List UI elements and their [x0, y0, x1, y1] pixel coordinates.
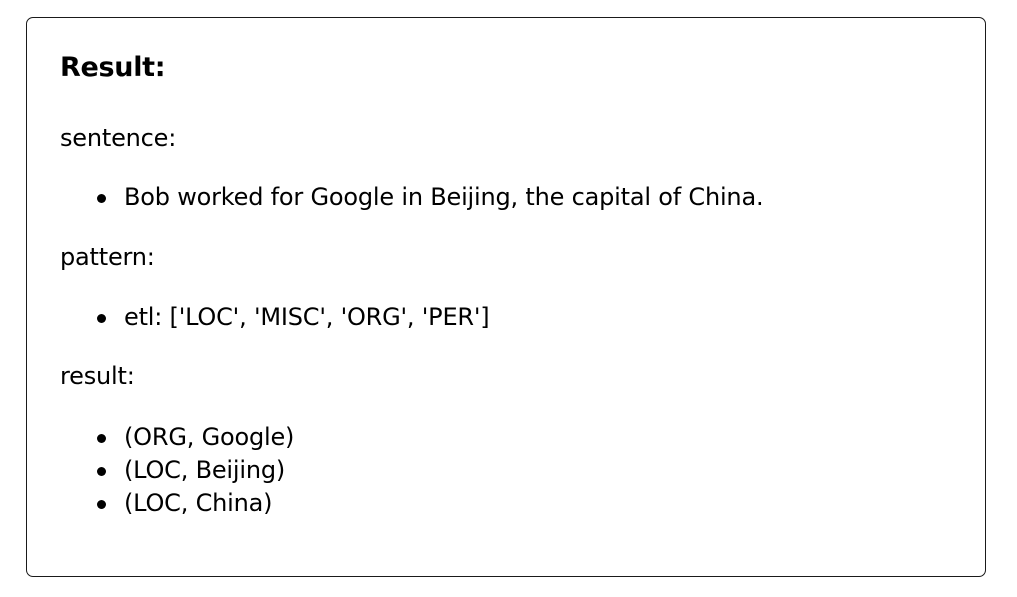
sentence-label: sentence: — [60, 124, 177, 152]
sentence-item: Bob worked for Google in Beijing, the ca… — [97, 181, 764, 214]
pattern-label: pattern: — [60, 243, 155, 271]
result-item-loc-china: (LOC, China) — [97, 487, 294, 520]
result-item-loc-beijing: (LOC, Beijing) — [97, 454, 294, 487]
result-item-org-google: (ORG, Google) — [97, 421, 294, 454]
result-list: (ORG, Google) (LOC, Beijing) (LOC, China… — [97, 421, 294, 520]
sentence-list: Bob worked for Google in Beijing, the ca… — [97, 181, 764, 214]
result-label: result: — [60, 362, 135, 390]
pattern-item: etl: ['LOC', 'MISC', 'ORG', 'PER'] — [97, 301, 490, 334]
pattern-list: etl: ['LOC', 'MISC', 'ORG', 'PER'] — [97, 301, 490, 334]
result-card: Result: sentence: Bob worked for Google … — [26, 17, 986, 577]
result-title: Result: — [60, 52, 166, 83]
